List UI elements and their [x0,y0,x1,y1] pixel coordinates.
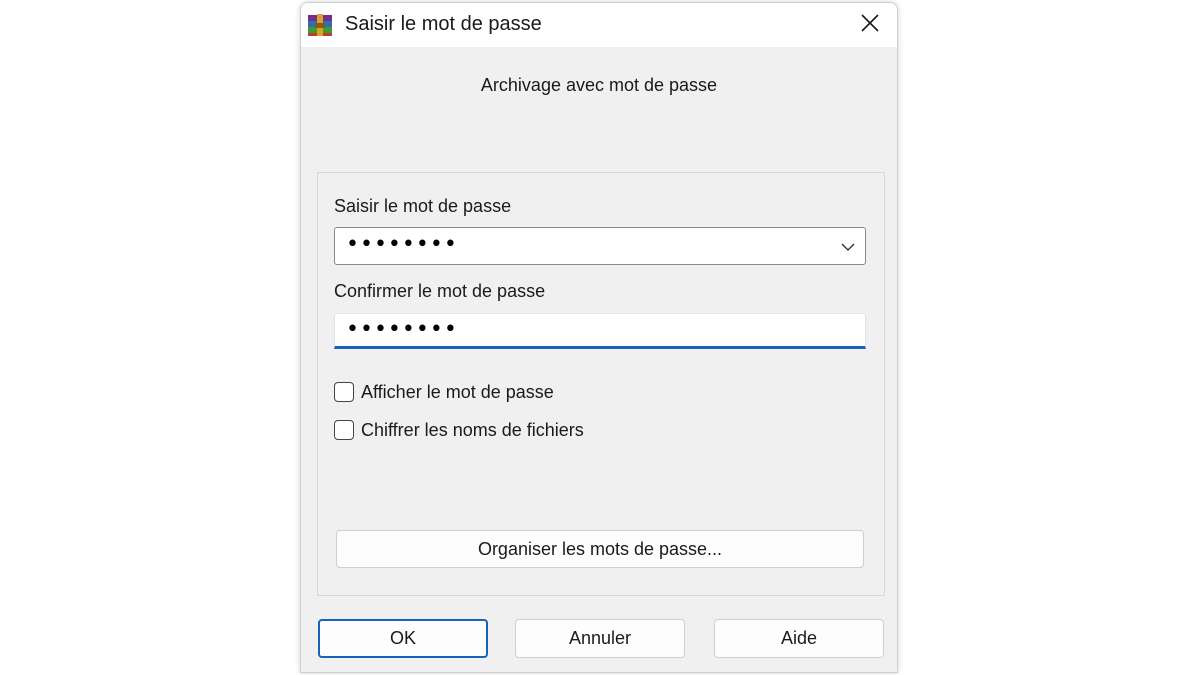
close-button[interactable] [843,3,897,47]
show-password-option[interactable]: Afficher le mot de passe [334,379,554,405]
password-value: •••••••• [346,232,458,257]
show-password-label: Afficher le mot de passe [361,381,554,402]
dialog-subtitle: Archivage avec mot de passe [480,75,718,95]
cancel-button[interactable]: Annuler [515,619,685,658]
confirm-password-input[interactable]: •••••••• [334,313,866,349]
encrypt-filenames-option[interactable]: Chiffrer les noms de fichiers [334,417,584,443]
close-icon [860,13,880,38]
show-password-checkbox[interactable] [334,382,354,402]
window-title: Saisir le mot de passe [345,13,542,35]
password-label: Saisir le mot de passe [334,196,512,216]
title-bar: Saisir le mot de passe [301,3,897,47]
confirm-value: •••••••• [346,317,458,342]
chevron-down-icon[interactable] [839,238,857,256]
organize-passwords-button[interactable]: Organiser les mots de passe... [336,530,864,568]
winrar-icon [307,12,333,38]
ok-button[interactable]: OK [318,619,488,658]
confirm-label: Confirmer le mot de passe [334,281,546,301]
help-button[interactable]: Aide [714,619,884,658]
password-dialog: Saisir le mot de passe Archivage avec mo… [300,2,898,673]
password-combobox[interactable]: •••••••• [334,227,866,265]
encrypt-filenames-label: Chiffrer les noms de fichiers [361,419,584,440]
encrypt-filenames-checkbox[interactable] [334,420,354,440]
